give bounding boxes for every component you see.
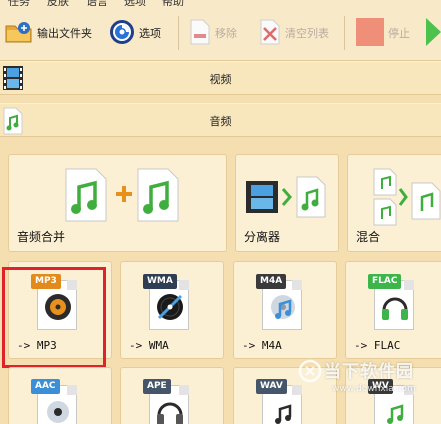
clear-list-icon	[258, 18, 282, 49]
toolbar-separator	[344, 16, 345, 50]
aac-file-icon: AAC	[31, 379, 81, 424]
stop-label: 停止	[388, 27, 410, 40]
mix-icon	[372, 167, 441, 230]
audio-merge-tile[interactable]: 音频合并	[8, 154, 227, 252]
splitter-icon	[245, 175, 329, 222]
ape-tile[interactable]: APE	[120, 367, 224, 424]
wav-tag: WAV	[256, 379, 287, 394]
options-button[interactable]: 选项	[108, 19, 161, 47]
stop-icon	[355, 17, 385, 50]
category-audio[interactable]: 音频	[0, 103, 441, 137]
flac-tag: FLAC	[368, 274, 402, 289]
splitter-label: 分离器	[244, 230, 281, 244]
toolbar: 输出文件夹 选项 移除 清空列表 停止	[0, 6, 441, 61]
splitter-tile[interactable]: 分离器	[235, 154, 339, 252]
ape-file-icon: APE	[143, 379, 193, 424]
options-label: 选项	[139, 27, 161, 40]
toolbar-separator	[178, 16, 179, 50]
clear-list-label: 清空列表	[285, 27, 329, 40]
watermark-logo-icon	[298, 359, 322, 383]
m4a-file-icon: M4A	[256, 274, 306, 332]
start-icon	[424, 17, 441, 50]
m4a-tile[interactable]: M4A -> M4A	[233, 261, 337, 359]
ape-tag: APE	[143, 379, 171, 394]
category-audio-label: 音频	[209, 115, 232, 128]
start-button[interactable]	[424, 17, 441, 50]
aac-tag: AAC	[31, 379, 60, 394]
remove-button[interactable]: 移除	[188, 19, 237, 47]
aac-tile[interactable]: AAC	[8, 367, 112, 424]
watermark-title: 当下软件园	[324, 362, 414, 382]
wma-tile[interactable]: WMA -> WMA	[120, 261, 224, 359]
audio-merge-label: 音频合并	[17, 230, 66, 244]
flac-file-icon: FLAC	[368, 274, 418, 332]
category-video-label: 视频	[209, 73, 232, 86]
audio-merge-icon	[64, 167, 182, 226]
watermark-url: www.downxia.com	[332, 384, 416, 394]
wma-label: -> WMA	[129, 339, 169, 352]
flac-tile[interactable]: FLAC -> FLAC	[345, 261, 441, 359]
mp3-selection-highlight	[2, 267, 106, 368]
flac-label: -> FLAC	[354, 339, 401, 352]
clear-list-button[interactable]: 清空列表	[258, 19, 329, 47]
stop-button[interactable]: 停止	[355, 17, 410, 50]
mix-tile[interactable]: 混合	[347, 154, 441, 252]
output-folder-label: 输出文件夹	[37, 27, 92, 40]
mix-label: 混合	[356, 230, 381, 244]
output-folder-button[interactable]: 输出文件夹	[4, 19, 92, 47]
remove-icon	[188, 18, 212, 49]
options-gear-icon	[108, 18, 136, 49]
m4a-tag: M4A	[256, 274, 287, 289]
output-folder-icon	[4, 20, 34, 47]
wma-file-icon: WMA	[143, 274, 193, 332]
site-watermark: 当下软件园 www.downxia.com	[298, 357, 441, 409]
wma-tag: WMA	[143, 274, 177, 289]
m4a-label: -> M4A	[242, 339, 282, 352]
category-video[interactable]: 视频	[0, 61, 441, 95]
remove-label: 移除	[215, 27, 237, 40]
